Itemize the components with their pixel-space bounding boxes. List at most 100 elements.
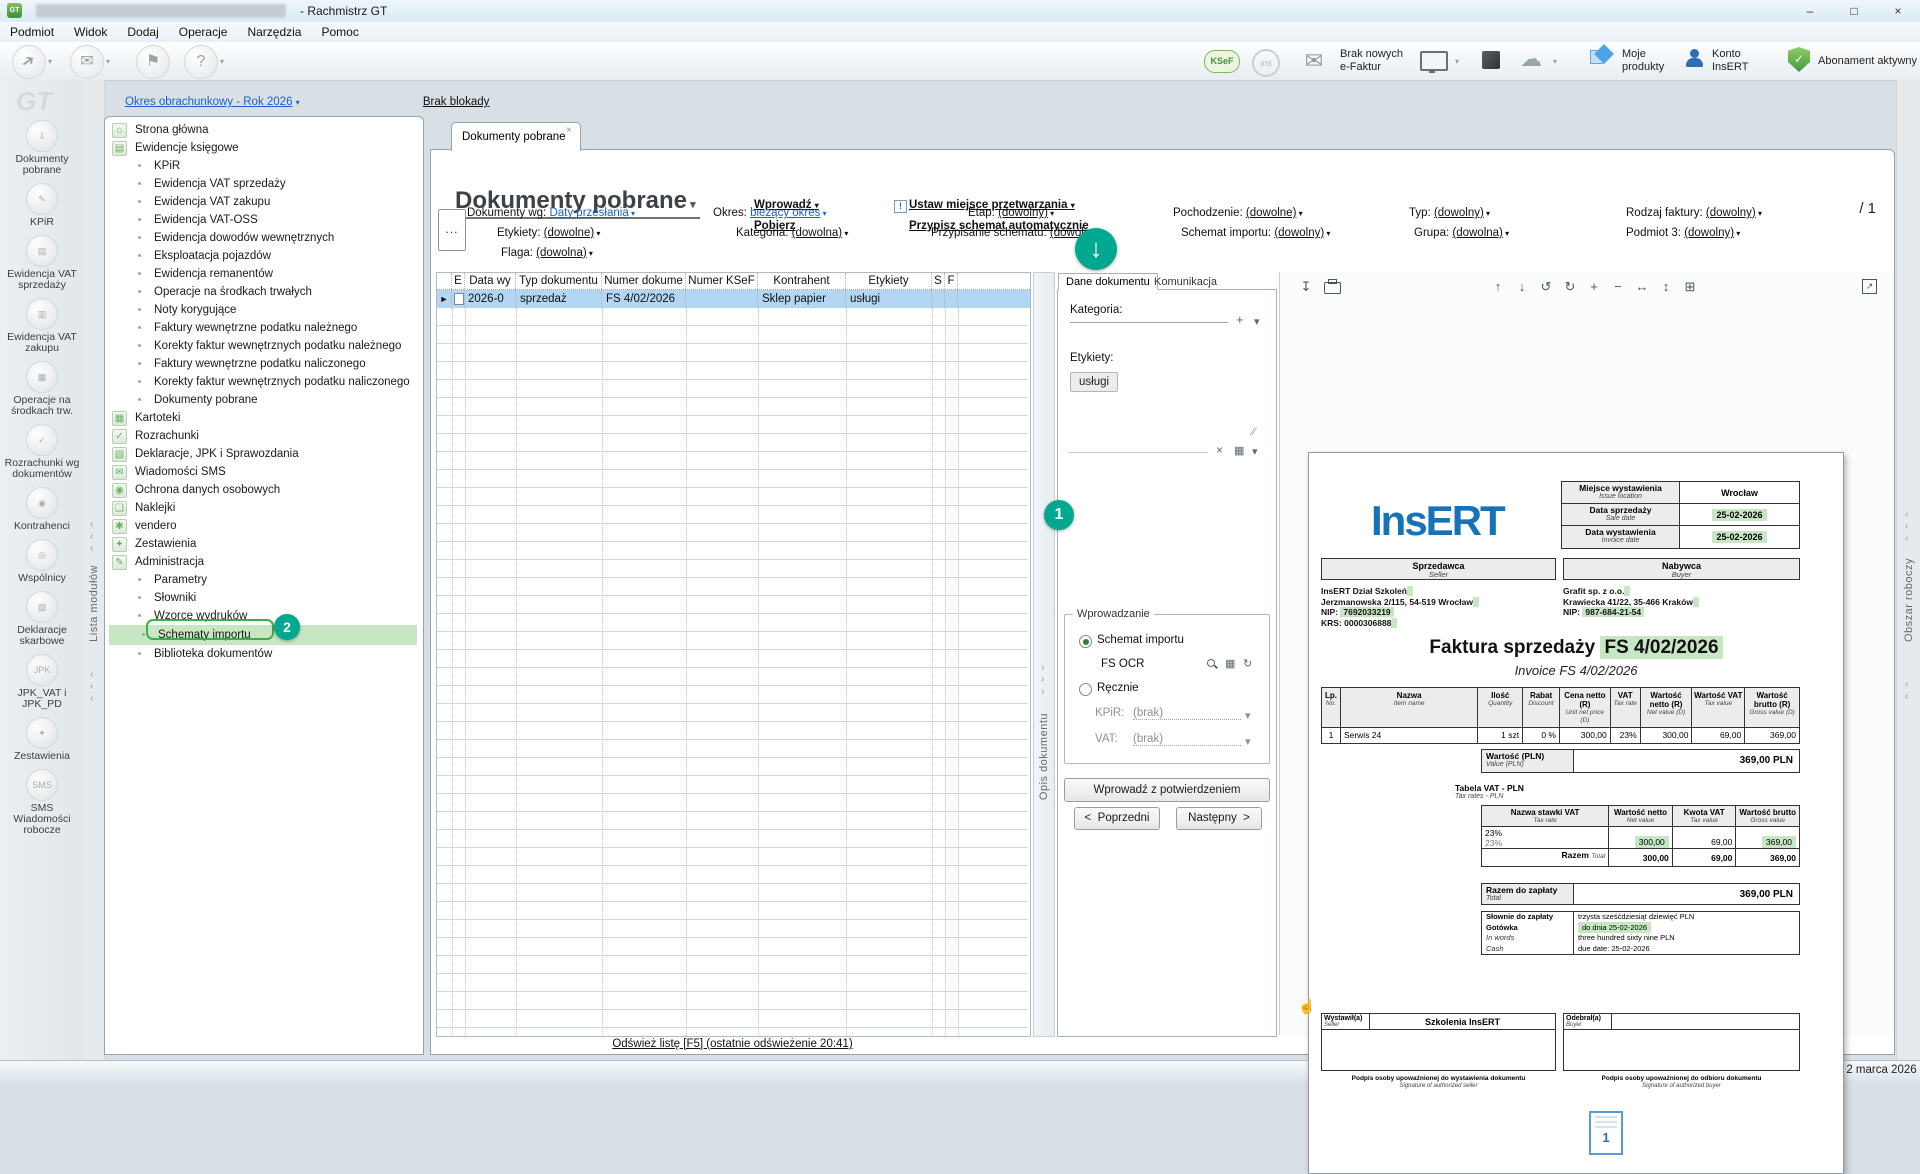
module-item[interactable]: ▥ Ewidencja VAT zakupu bbox=[0, 298, 84, 354]
tree-item[interactable]: • KPiR bbox=[109, 157, 417, 175]
shield-check-icon[interactable]: ✓ bbox=[1788, 47, 1810, 72]
help-button[interactable]: ? bbox=[184, 45, 218, 79]
moje-produkty-icon[interactable] bbox=[1590, 50, 1612, 72]
zoom-in-icon[interactable]: + bbox=[1584, 279, 1604, 294]
module-item[interactable]: JPK JPK_VAT i JPK_PD bbox=[0, 654, 84, 710]
column-options-button[interactable]: ... bbox=[438, 209, 466, 251]
radio-recznie[interactable] bbox=[1079, 683, 1092, 696]
tab-dokumenty-pobrane[interactable]: Dokumenty pobrane × bbox=[451, 122, 581, 151]
wprowadz-z-potwierdzeniem-button[interactable]: Wprowadź z potwierdzeniem bbox=[1064, 778, 1270, 802]
chevron-down-icon[interactable]: ▾ bbox=[48, 57, 52, 66]
nastepny-button[interactable]: Następny > bbox=[1176, 807, 1262, 830]
poprzedni-button[interactable]: < Poprzedni bbox=[1074, 807, 1160, 830]
clear-icon[interactable]: × bbox=[1216, 443, 1223, 457]
tree-item[interactable]: ✎ Administracja bbox=[109, 553, 417, 571]
search-icon[interactable] bbox=[1207, 659, 1218, 670]
flag-button[interactable]: ⚑ bbox=[136, 45, 170, 79]
close-button[interactable]: × bbox=[1876, 0, 1920, 22]
module-bar-collapse-strip[interactable]: ‹‹‹ Lista modułów ‹‹‹ bbox=[84, 80, 105, 1060]
tab-komunikacja[interactable]: Komunikacja bbox=[1146, 273, 1225, 290]
module-item[interactable]: ⇩ Dokumenty pobrane bbox=[0, 120, 84, 176]
module-item[interactable]: ✦ Zestawienia bbox=[0, 717, 84, 762]
filter-schemat-importu[interactable]: Schemat importu: (dowolny) ▾ bbox=[1181, 227, 1330, 239]
chevron-down-icon[interactable]: ▾ bbox=[106, 57, 110, 66]
menu-item[interactable]: Narzędzia bbox=[237, 22, 311, 42]
tree-item[interactable]: ◉ Ochrona danych osobowych bbox=[109, 481, 417, 499]
kpir-select[interactable]: (brak) bbox=[1133, 707, 1241, 720]
page-down-icon[interactable]: ↓ bbox=[1512, 279, 1532, 294]
tab-close-icon[interactable]: × bbox=[566, 125, 572, 136]
chevron-down-icon[interactable]: ▾ bbox=[1553, 57, 1557, 66]
maximize-button[interactable]: □ bbox=[1832, 0, 1876, 22]
filter-podmiot3[interactable]: Podmiot 3: (dowolny) ▾ bbox=[1626, 227, 1740, 239]
kategoria-input[interactable] bbox=[1070, 322, 1228, 323]
menu-item[interactable]: Dodaj bbox=[117, 22, 168, 42]
table-row-selected[interactable]: ► 2026-0 sprzedaż FS 4/02/2026 Sklep pap… bbox=[437, 290, 1030, 308]
module-item[interactable]: SMS SMS Wiadomości robocze bbox=[0, 769, 84, 836]
rotate-right-icon[interactable]: ↻ bbox=[1560, 279, 1580, 295]
tree-item[interactable]: • Biblioteka dokumentów bbox=[109, 645, 417, 663]
module-item[interactable]: ✎ KPiR bbox=[0, 183, 84, 228]
rotate-left-icon[interactable]: ↺ bbox=[1536, 279, 1556, 295]
cloud-icon[interactable]: ☁ bbox=[1520, 46, 1542, 72]
chevron-down-icon[interactable]: ▾ bbox=[1252, 445, 1258, 458]
chevron-down-icon[interactable]: ▾ bbox=[220, 57, 224, 66]
chevron-down-icon[interactable]: ▾ bbox=[1245, 709, 1251, 722]
filter-okres[interactable]: Okres: bieżący okres ▾ bbox=[713, 207, 827, 219]
chevron-down-icon[interactable]: ▾ bbox=[1254, 315, 1260, 328]
tree-item[interactable]: • Parametry bbox=[109, 571, 417, 589]
page-up-icon[interactable]: ↑ bbox=[1488, 279, 1508, 294]
resize-handle-icon[interactable]: ∕∕ bbox=[1252, 426, 1256, 438]
mail-button[interactable]: ✉ bbox=[70, 45, 104, 79]
period-link[interactable]: Okres obrachunkowy - Rok 2026 bbox=[125, 96, 292, 108]
filter-typ[interactable]: Typ: (dowolny) ▾ bbox=[1409, 207, 1490, 219]
grid-icon[interactable]: ▦ bbox=[1225, 657, 1235, 670]
tree-item[interactable]: • Operacje na środkach trwałych bbox=[109, 283, 417, 301]
tree-item[interactable]: ▧ Deklaracje, JPK i Sprawozdania bbox=[109, 445, 417, 463]
fit-width-icon[interactable]: ↔ bbox=[1632, 279, 1652, 294]
workstation-icon[interactable] bbox=[1420, 51, 1448, 71]
refresh-icon[interactable]: ↻ bbox=[1243, 657, 1252, 670]
tree-item[interactable]: • Korekty faktur wewnętrznych podatku na… bbox=[109, 337, 417, 355]
module-item[interactable]: ▤ Ewidencja VAT sprzedaży bbox=[0, 235, 84, 291]
open-external-icon[interactable]: ↗ bbox=[1862, 279, 1877, 294]
tree-item[interactable]: • Korekty faktur wewnętrznych podatku na… bbox=[109, 373, 417, 391]
tree-item[interactable]: • Ewidencja dowodów wewnętrznych bbox=[109, 229, 417, 247]
chevron-down-icon[interactable]: ▾ bbox=[1455, 57, 1459, 66]
tree-item[interactable]: ✦ Zestawienia bbox=[109, 535, 417, 553]
moje-produkty-label[interactable]: Mojeprodukty bbox=[1622, 48, 1664, 74]
zoom-out-icon[interactable]: − bbox=[1608, 279, 1628, 294]
tree-item[interactable]: ❏ Naklejki bbox=[109, 499, 417, 517]
filter-flaga[interactable]: Flaga: (dowolna) ▾ bbox=[501, 247, 593, 259]
tree-item[interactable]: • Dokumenty pobrane bbox=[109, 391, 417, 409]
filter-kategoria[interactable]: Kategoria: (dowolna) ▾ bbox=[736, 227, 848, 239]
tree-item[interactable]: ✓ Rozrachunki bbox=[109, 427, 417, 445]
ins-circle-icon[interactable]: ins bbox=[1252, 49, 1280, 77]
filter-przypisanie-schematu[interactable]: Przypisanie schematu: (dowoln ▾ bbox=[931, 227, 1096, 239]
menu-item[interactable]: Operacje bbox=[169, 22, 238, 42]
tab-dane-dokumentu[interactable]: Dane dokumentu bbox=[1058, 273, 1158, 290]
fit-page-icon[interactable]: ⊞ bbox=[1680, 279, 1700, 295]
tree-item[interactable]: • Ewidencja VAT-OSS bbox=[109, 211, 417, 229]
obszar-roboczy-strip[interactable]: ‹‹‹ Obszar roboczy ‹‹ bbox=[1896, 80, 1920, 1060]
module-item[interactable]: ✓ Rozrachunki wg dokumentów bbox=[0, 424, 84, 480]
tree-item[interactable]: ⌂ Strona główna bbox=[109, 121, 417, 139]
module-item[interactable]: ◉ Kontrahenci bbox=[0, 487, 84, 532]
filter-etap[interactable]: Etap: (dowolny) ▾ bbox=[968, 207, 1054, 219]
filter-etykiety[interactable]: Etykiety: (dowolne) ▾ bbox=[497, 227, 600, 239]
tree-item[interactable]: • Ewidencja VAT zakupu bbox=[109, 193, 417, 211]
ksef-cloud-icon[interactable]: KSeF bbox=[1204, 50, 1240, 73]
opis-dokumentu-splitter[interactable]: ››› Opis dokumentu bbox=[1033, 272, 1055, 1037]
module-item[interactable]: ▦ Operacje na środkach trw. bbox=[0, 361, 84, 417]
tree-item[interactable]: • Słowniki bbox=[109, 589, 417, 607]
page-thumbnail[interactable]: 1 bbox=[1589, 1111, 1623, 1155]
export-icon[interactable]: ↧ bbox=[1296, 279, 1316, 295]
tree-item[interactable]: • Faktury wewnętrzne podatku naliczonego bbox=[109, 355, 417, 373]
filter-rodzaj-faktury[interactable]: Rodzaj faktury: (dowolny) ▾ bbox=[1626, 207, 1762, 219]
filter-dokumenty-wg[interactable]: Dokumenty wg: Daty przesłania ▾ bbox=[467, 207, 635, 219]
tree-item[interactable]: • Faktury wewnętrzne podatku należnego bbox=[109, 319, 417, 337]
tree-item[interactable]: ▦ Kartoteki bbox=[109, 409, 417, 427]
chevron-down-icon[interactable]: ▾ bbox=[1245, 735, 1251, 748]
tree-item[interactable]: • Ewidencja remanentów bbox=[109, 265, 417, 283]
grid-icon[interactable]: ▦ bbox=[1234, 444, 1244, 457]
